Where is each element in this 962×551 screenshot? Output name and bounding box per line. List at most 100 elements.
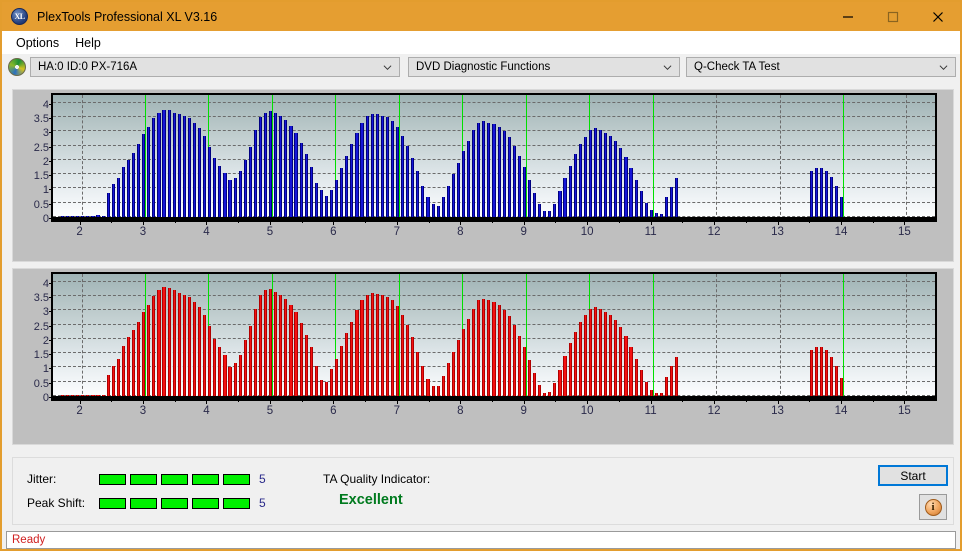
start-button[interactable]: Start [878, 465, 948, 486]
chart-bar [157, 290, 161, 399]
meter-block [99, 497, 126, 509]
chart-bar [253, 308, 257, 399]
chart-bar [619, 148, 623, 220]
x-axis-tick-label: 13 [771, 226, 784, 238]
chart-bar [497, 305, 501, 399]
chart-bar [517, 336, 521, 399]
x-axis-tick [111, 220, 113, 223]
x-axis-tick [269, 399, 271, 404]
gridline-vertical [81, 274, 83, 399]
x-axis-tick-label: 3 [139, 226, 147, 238]
test-select[interactable]: Q-Check TA Test [686, 57, 956, 77]
chevron-down-icon [663, 64, 672, 70]
chart-bar [670, 366, 674, 399]
chart-bar [829, 177, 834, 220]
chart-bar [126, 159, 131, 220]
x-axis-tick [650, 399, 652, 404]
chart-bar [340, 346, 344, 399]
meter-block [161, 473, 188, 485]
x-axis-tick [174, 399, 176, 402]
chart-bar [401, 314, 405, 399]
chart-bar [289, 125, 293, 220]
jitter-result-row: Jitter: 5 [27, 472, 266, 486]
chart-bar [167, 109, 171, 220]
jitter-meter [99, 473, 250, 485]
chart-bar [370, 293, 374, 399]
chart-bar [477, 300, 481, 399]
chart-bar [517, 155, 521, 220]
chart-bar [233, 363, 237, 399]
peakshift-value: 5 [259, 496, 266, 510]
chart-bar [167, 288, 171, 399]
chart-bar [380, 115, 384, 220]
info-icon: i [924, 498, 942, 516]
gridline-vertical [906, 274, 908, 399]
x-axis-tick [904, 220, 906, 225]
x-axis-tick [809, 399, 811, 402]
chart-bar [568, 343, 572, 399]
chart-bar [208, 147, 212, 220]
x-axis-tick [111, 399, 113, 402]
chart-bar [472, 308, 476, 399]
x-axis-tick-label: 14 [834, 405, 848, 417]
x-axis-tick [79, 399, 81, 404]
x-axis-tick-label: 8 [457, 226, 464, 238]
y-axis-tick-label: 3.5 [33, 113, 49, 125]
x-axis-tick [333, 399, 335, 404]
chart-bar [335, 358, 339, 399]
chart-bar [502, 310, 506, 399]
menu-bar: Options Help [2, 31, 960, 54]
chart-bar [121, 167, 125, 220]
chart-bar [304, 334, 308, 399]
peakshift-plot-wrap: 0 0.5 1 1.5 2 2.5 3 3.5 4 2 3 4 5 6 7 8 9 10 11 12 13 14 15 [34, 272, 937, 417]
x-axis-tick [238, 220, 240, 223]
chart-bar [456, 340, 461, 399]
chart-bar [829, 356, 834, 399]
peakshift-label: Peak Shift: [27, 496, 86, 510]
chart-bar [238, 171, 242, 220]
chart-bar [218, 165, 222, 220]
chart-bar [329, 189, 334, 220]
gridline-vertical [779, 95, 781, 220]
x-axis-tick [79, 220, 81, 225]
chart-bar [172, 112, 176, 220]
menu-item-help[interactable]: Help [67, 34, 109, 52]
x-axis-tick-label: 11 [644, 405, 657, 417]
chart-bar [314, 366, 318, 399]
info-button[interactable]: i [919, 494, 947, 520]
minimize-icon[interactable] [825, 2, 870, 31]
chart-bar [593, 128, 598, 220]
maximize-icon[interactable] [870, 2, 915, 31]
chart-bar [390, 300, 395, 399]
chart-bar [258, 117, 263, 220]
menu-item-options[interactable]: Options [8, 34, 67, 52]
gridline-vertical [716, 95, 718, 220]
test-select-value: Q-Check TA Test [694, 61, 780, 73]
chart-bar [319, 189, 323, 220]
x-axis-tick [238, 399, 240, 402]
y-axis-tick-label: 2 [42, 334, 49, 347]
x-axis-tick [745, 399, 747, 402]
chart-bar [203, 314, 207, 399]
jitter-x-axis: 2 3 4 5 6 7 8 9 10 11 12 13 14 15 [51, 220, 937, 240]
chart-bar [375, 293, 379, 399]
chart-bar [198, 128, 202, 220]
chart-bar [299, 323, 303, 399]
x-axis-tick [428, 399, 430, 402]
x-axis-tick [396, 220, 398, 225]
chart-bar [814, 346, 818, 399]
disc-icon [8, 58, 26, 76]
x-axis-tick [206, 399, 208, 404]
chart-bar [563, 178, 567, 220]
gridline-vertical [81, 95, 83, 220]
chart-bar [228, 367, 232, 399]
x-axis-tick-label: 10 [580, 226, 594, 238]
close-icon[interactable] [915, 2, 960, 31]
peakshift-plot-area [51, 272, 937, 401]
x-axis-tick [650, 220, 652, 225]
chart-bar [294, 311, 298, 399]
chart-bar [147, 304, 151, 399]
function-select[interactable]: DVD Diagnostic Functions [408, 57, 680, 77]
chart-bar [213, 158, 217, 220]
drive-select[interactable]: HA:0 ID:0 PX-716A [30, 57, 400, 77]
